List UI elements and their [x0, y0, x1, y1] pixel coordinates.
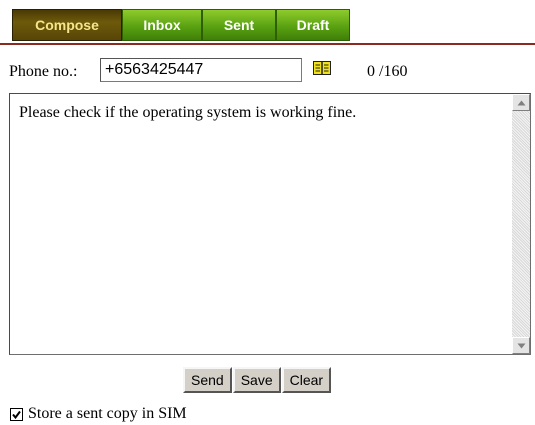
- tab-compose[interactable]: Compose: [12, 9, 122, 41]
- phonebook-icon[interactable]: [313, 61, 331, 75]
- save-button[interactable]: Save: [232, 367, 281, 393]
- tab-bar: Compose Inbox Sent Draft: [12, 9, 350, 41]
- phone-label: Phone no.:: [9, 63, 78, 80]
- tab-divider: [0, 43, 535, 45]
- tab-sent[interactable]: Sent: [202, 9, 276, 41]
- clear-button[interactable]: Clear: [281, 367, 332, 393]
- tab-inbox[interactable]: Inbox: [122, 9, 202, 41]
- send-button[interactable]: Send: [183, 367, 232, 393]
- message-box: Please check if the operating system is …: [9, 93, 531, 355]
- arrow-down-icon: [517, 343, 525, 348]
- store-copy-checkbox[interactable]: [10, 407, 23, 421]
- message-scrollbar[interactable]: [512, 94, 530, 354]
- phone-number-input[interactable]: [100, 58, 302, 82]
- character-counter: 0 /160: [367, 63, 408, 80]
- arrow-up-icon: [517, 100, 525, 105]
- tab-draft[interactable]: Draft: [276, 9, 350, 41]
- message-textarea[interactable]: Please check if the operating system is …: [10, 94, 512, 354]
- scroll-down-button[interactable]: [512, 337, 530, 354]
- store-copy-option: Store a sent copy in SIM: [10, 405, 187, 423]
- action-buttons: Send Save Clear: [183, 367, 332, 393]
- store-copy-label: Store a sent copy in SIM: [28, 405, 187, 422]
- sms-compose-page: Compose Inbox Sent Draft Phone no.: 0 /1…: [0, 0, 535, 425]
- checkmark-icon: [12, 410, 21, 419]
- scroll-up-button[interactable]: [512, 94, 530, 111]
